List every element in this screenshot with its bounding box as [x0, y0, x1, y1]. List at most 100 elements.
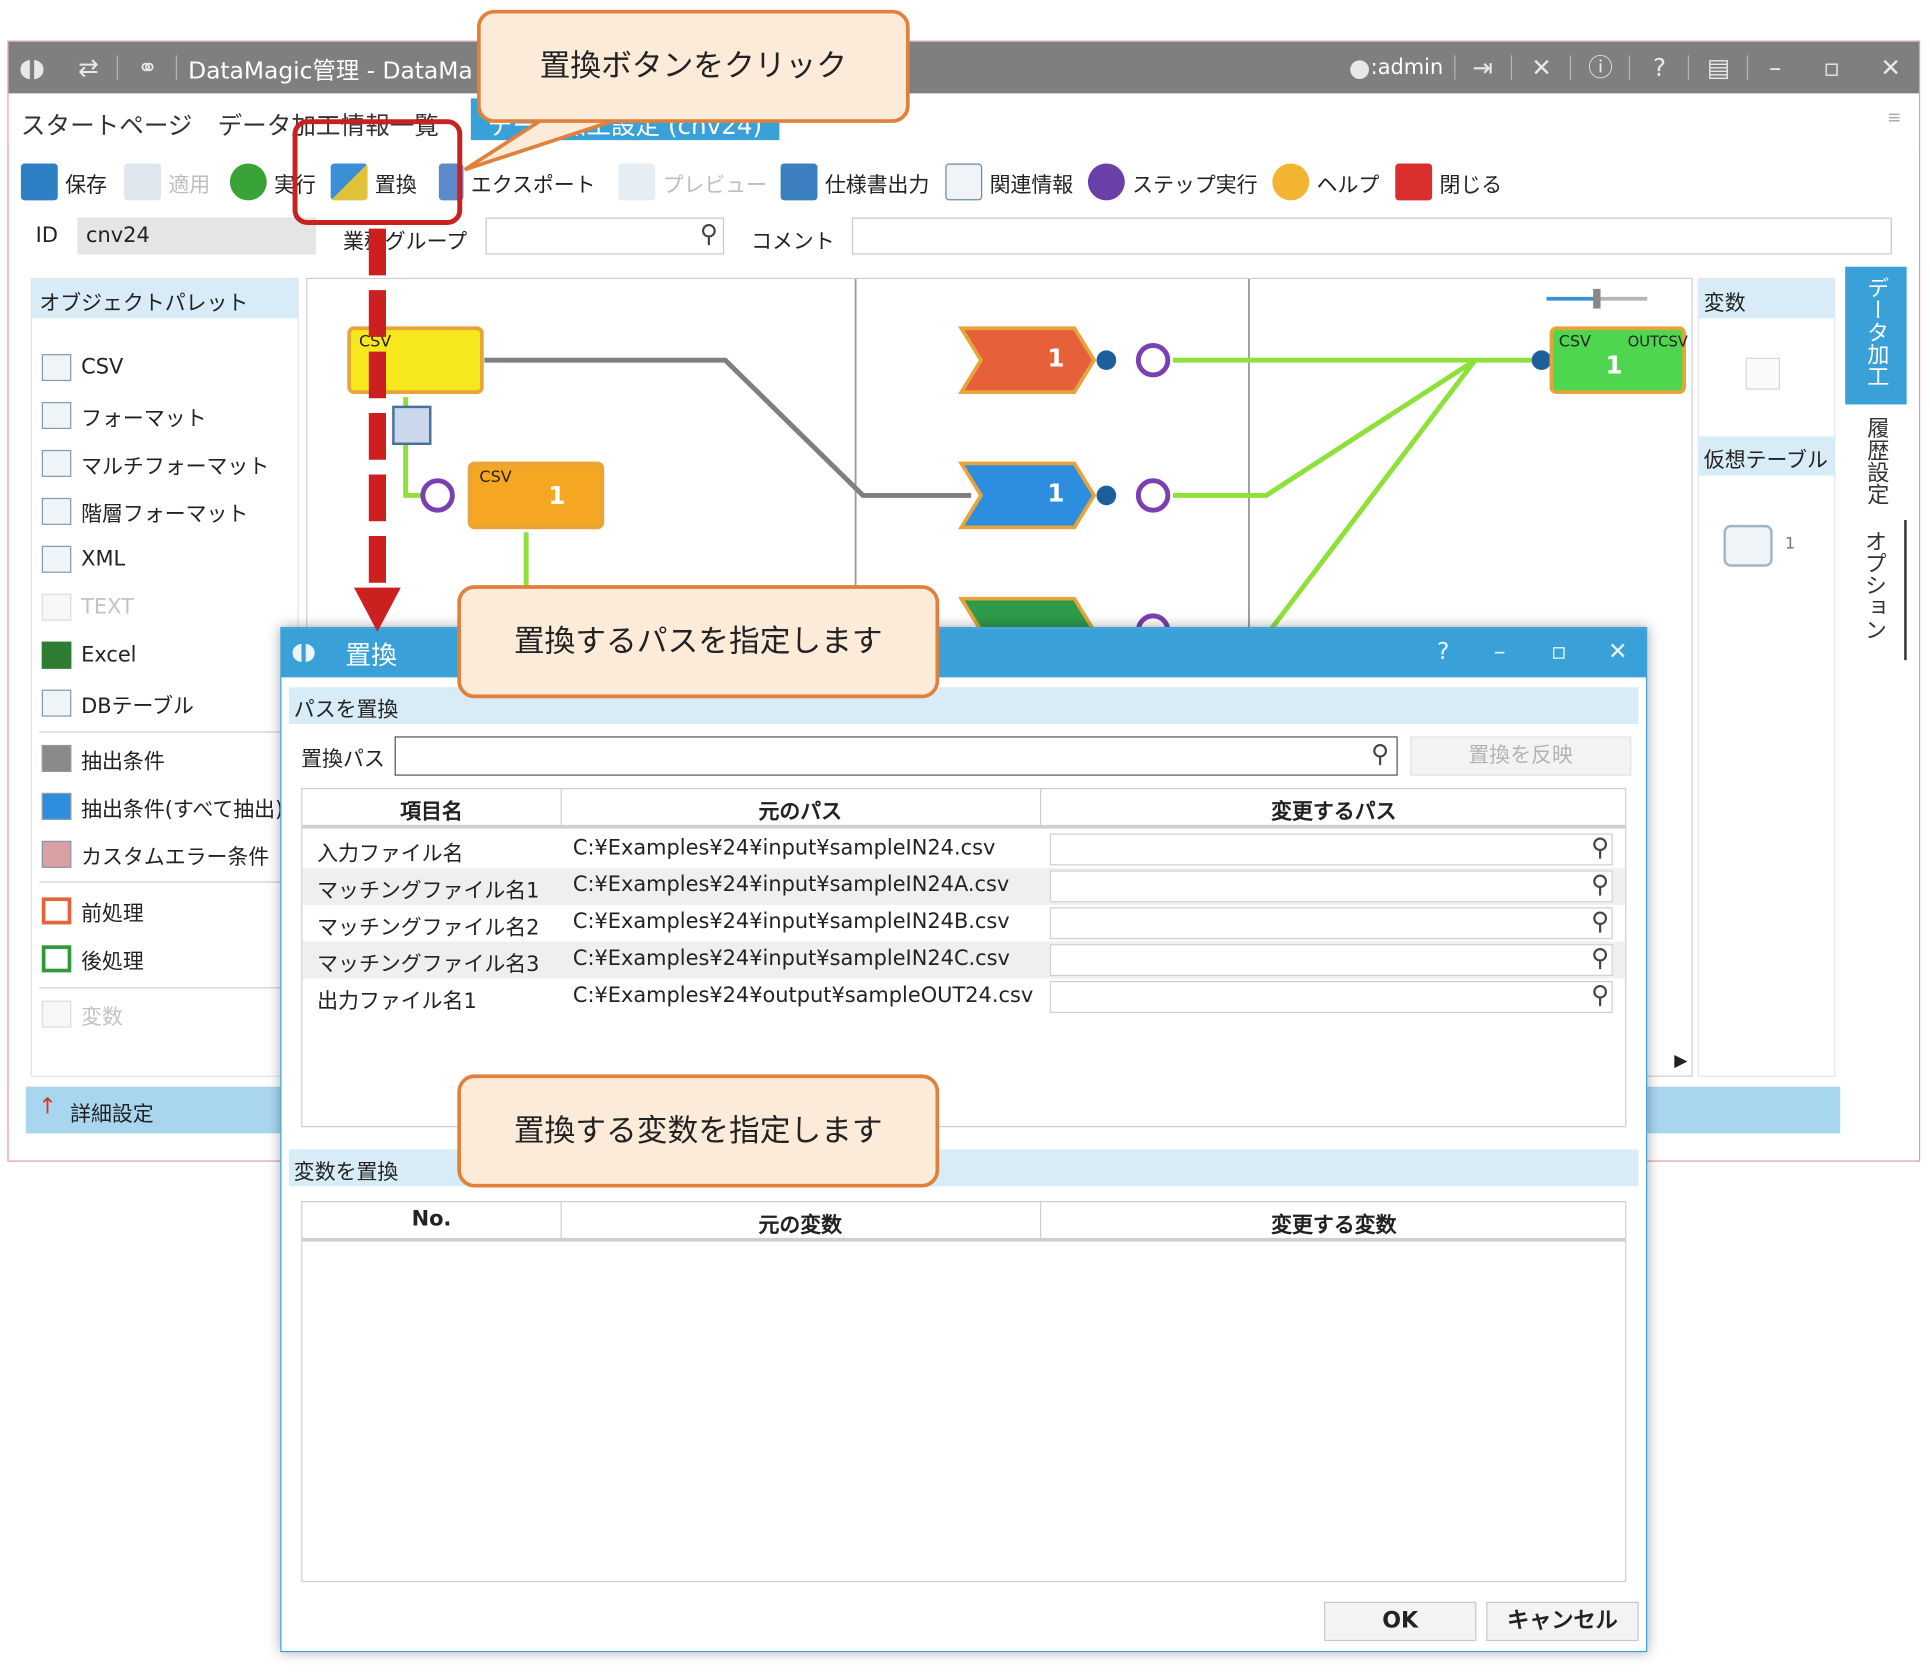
right-panel: 変数 仮想テーブル 1 [1697, 277, 1836, 1077]
object-palette: オブジェクトパレット CSV フォーマット マルチフォーマット 階層フォーマット… [30, 277, 299, 1077]
dialog-maximize-icon[interactable]: ▫ [1543, 638, 1575, 668]
palette-item-xml[interactable]: XML [41, 542, 125, 576]
new-path-input[interactable]: ⚲ [1049, 980, 1613, 1013]
node-csv-label: CSV [358, 333, 392, 352]
palette-item-text[interactable]: TEXT [41, 590, 134, 624]
titlebar: ◖◗ ⇄ ⚭ DataMagic管理 - DataMa ● :admin ⇥ ✕… [8, 41, 1919, 94]
comment-field[interactable] [851, 217, 1892, 255]
table-row[interactable]: マッチングファイル名2 C:¥Examples¥24¥input¥sampleI… [302, 905, 1625, 942]
search-icon[interactable]: ⚲ [700, 219, 718, 249]
palette-item-excel[interactable]: Excel [41, 638, 137, 672]
tab-start-page[interactable]: スタートページ [21, 106, 193, 142]
table-row[interactable]: 入力ファイル名 C:¥Examples¥24¥input¥sampleIN24.… [302, 831, 1625, 868]
filter-icon [41, 744, 72, 773]
new-path-input[interactable]: ⚲ [1049, 869, 1613, 903]
search-icon[interactable]: ⚲ [1591, 869, 1609, 899]
sidetab-options[interactable]: オプション [1845, 519, 1907, 661]
spec-icon [780, 163, 818, 201]
step-run-button[interactable]: ステップ実行 [1087, 162, 1258, 201]
sidetab-history[interactable]: 履歴設定 [1845, 407, 1906, 520]
search-icon[interactable]: ⚲ [1591, 943, 1609, 973]
format-icon [41, 401, 72, 430]
spec-output-button[interactable]: 仕様書出力 [780, 162, 929, 201]
virtual-table-icon[interactable] [1723, 524, 1773, 567]
variables-icon[interactable] [1745, 357, 1781, 390]
dialog-help-icon[interactable]: ? [1427, 638, 1459, 668]
palette-item-format[interactable]: フォーマット [41, 398, 207, 432]
variable-grid-header: No. 元の変数 変更する変数 [302, 1202, 1626, 1242]
dialog-minimize-icon[interactable]: – [1484, 638, 1516, 668]
palette-item-csv[interactable]: CSV [41, 350, 123, 384]
tab-menu-icon[interactable]: ≡ [1887, 108, 1901, 128]
palette-title: オブジェクトパレット [31, 279, 298, 319]
related-info-button[interactable]: 関連情報 [945, 162, 1073, 201]
minimize-icon[interactable]: – [1759, 52, 1791, 84]
preview-icon [618, 163, 656, 201]
export-button[interactable]: エクスポート [438, 162, 596, 201]
scroll-right-icon[interactable]: ▶ [1674, 1051, 1687, 1071]
replace-path-label: 置換パス [301, 747, 385, 773]
group-field[interactable]: ⚲ [485, 217, 725, 255]
palette-item-db[interactable]: DBテーブル [41, 686, 194, 720]
id-field[interactable]: cnv24 [77, 217, 316, 255]
path-search-icon[interactable]: ⚲ [1371, 739, 1389, 769]
switch-icon[interactable]: ⇄ [73, 52, 105, 84]
search-icon[interactable]: ⚲ [1591, 906, 1609, 936]
preprocess-icon [41, 897, 72, 925]
palette-item-hierarchy[interactable]: 階層フォーマット [41, 494, 248, 528]
help-button[interactable]: ヘルプ [1272, 162, 1379, 201]
path-grid-header: 項目名 元のパス 変更するパス [302, 789, 1626, 829]
new-path-input[interactable]: ⚲ [1049, 906, 1613, 940]
new-path-input[interactable]: ⚲ [1049, 832, 1613, 866]
hierarchy-icon [41, 497, 72, 525]
palette-item-filter[interactable]: 抽出条件 [41, 741, 165, 775]
preview-button[interactable]: プレビュー [618, 162, 767, 201]
help-circle-icon [1272, 163, 1310, 201]
xml-icon [41, 545, 72, 573]
cancel-button[interactable]: キャンセル [1486, 1601, 1639, 1642]
table-row[interactable]: マッチングファイル名1 C:¥Examples¥24¥input¥sampleI… [302, 867, 1626, 905]
save-button[interactable]: 保存 [20, 162, 107, 201]
dialog-close-icon[interactable]: ✕ [1602, 638, 1634, 668]
document-icon[interactable]: ▤ [1703, 52, 1735, 84]
tools-icon[interactable]: ✕ [1526, 52, 1558, 84]
logout-icon[interactable]: ⇥ [1467, 52, 1499, 84]
filter-node-red [958, 326, 1097, 394]
search-icon[interactable]: ⚲ [1591, 980, 1609, 1010]
window-title: DataMagic管理 - DataMa [188, 57, 473, 85]
close-button[interactable]: 閉じる [1395, 162, 1502, 201]
close-window-icon[interactable]: ✕ [1875, 52, 1907, 84]
node-red-count: 1 [1047, 342, 1065, 373]
palette-item-variable[interactable]: 変数 [41, 997, 123, 1031]
maximize-icon[interactable]: ▫ [1816, 52, 1848, 84]
sidetab-data-processing[interactable]: データ加工 [1845, 266, 1907, 405]
search-icon[interactable]: ⚲ [1591, 832, 1609, 862]
new-path-input[interactable]: ⚲ [1049, 943, 1613, 977]
arrow-up-icon: ↑ [38, 1094, 57, 1120]
ok-button[interactable]: OK [1323, 1601, 1477, 1642]
run-icon [229, 163, 267, 201]
help-icon[interactable]: ? [1644, 52, 1676, 84]
replace-path-input[interactable]: ⚲ [394, 736, 1398, 776]
multiformat-icon [41, 449, 72, 477]
dialog-title: 置換 [345, 640, 398, 670]
palette-item-filter-all[interactable]: 抽出条件(すべて抽出) [41, 789, 283, 823]
step-icon [1087, 163, 1125, 201]
virtual-table-count: 1 [1784, 534, 1796, 554]
apply-button[interactable]: 適用 [124, 162, 210, 201]
apply-replace-button[interactable]: 置換を反映 [1410, 736, 1632, 776]
custom-error-icon [41, 840, 72, 868]
palette-item-postprocess[interactable]: 後処理 [41, 942, 144, 976]
palette-item-multiformat[interactable]: マルチフォーマット [41, 446, 269, 480]
app-logo-icon: ◖◗ [18, 52, 45, 83]
filter-all-icon [41, 792, 72, 820]
col-original-path: 元のパス [758, 800, 843, 825]
table-row[interactable]: マッチングファイル名3 C:¥Examples¥24¥input¥sampleI… [302, 941, 1626, 979]
callout-specify-variable: 置換する変数を指定します [457, 1074, 940, 1188]
info-icon[interactable]: ⓘ [1585, 52, 1617, 84]
side-tabs: データ加工 履歴設定 オプション [1845, 266, 1907, 661]
link-icon[interactable]: ⚭ [132, 52, 164, 84]
table-row[interactable]: 出力ファイル名1 C:¥Examples¥24¥output¥sampleOUT… [302, 979, 1625, 1016]
palette-item-preprocess[interactable]: 前処理 [41, 894, 144, 928]
palette-item-custom-error[interactable]: カスタムエラー条件 [41, 837, 269, 871]
